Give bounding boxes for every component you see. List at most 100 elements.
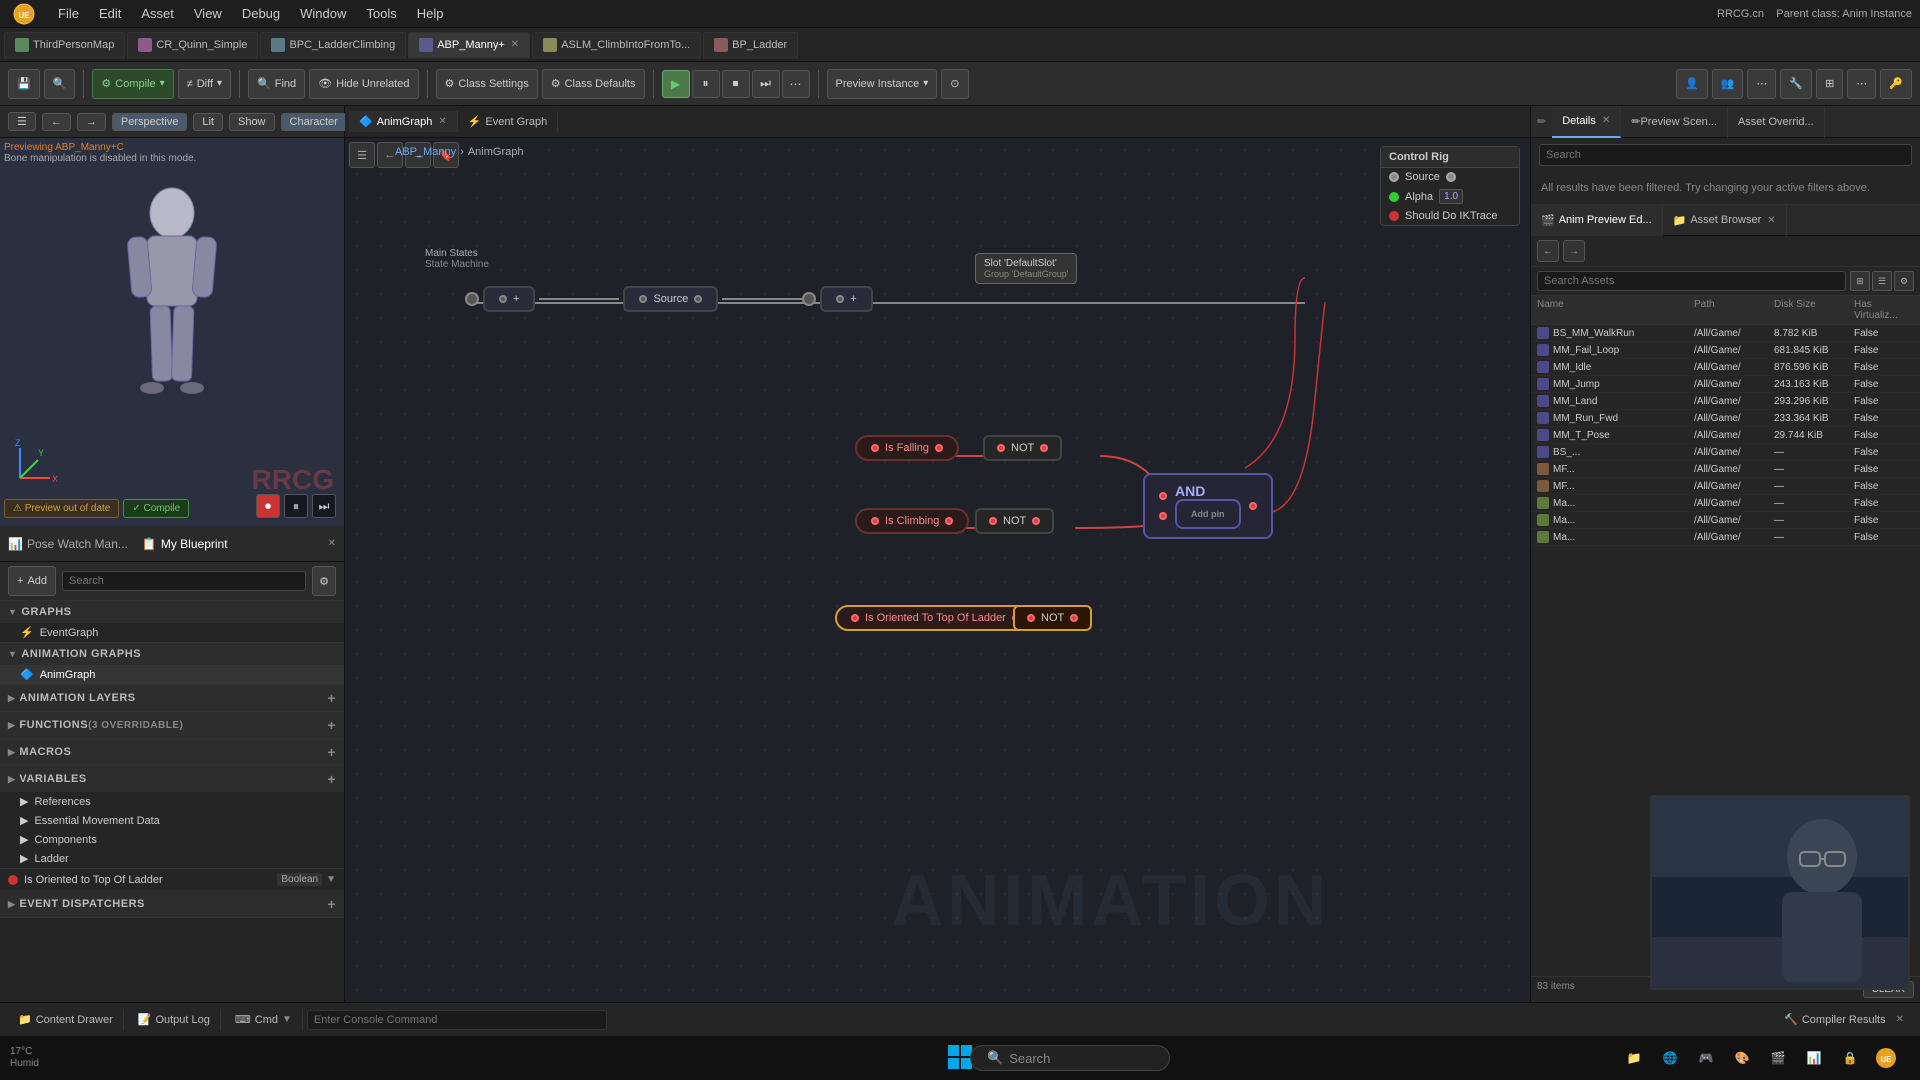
nav-menu[interactable]: ☰ — [349, 142, 375, 168]
details-icon[interactable]: ✏ — [1531, 111, 1552, 132]
menu-tools[interactable]: Tools — [356, 2, 406, 25]
vc-pause[interactable]: ⏸ — [284, 494, 308, 518]
not-node-1[interactable]: NOT — [983, 435, 1062, 461]
output-log-tab[interactable]: 📝 Output Log — [128, 1009, 221, 1030]
functions-add[interactable]: + — [327, 717, 336, 733]
stop-btn[interactable]: ⏹ — [722, 70, 750, 98]
pause-btn[interactable]: ⏸ — [692, 70, 720, 98]
macros-add[interactable]: + — [327, 744, 336, 760]
asset-override-tab[interactable]: Asset Overrid... — [1728, 106, 1825, 138]
functions-header[interactable]: ▶ FUNCTIONS (3 OVERRIDABLE) + — [0, 712, 344, 738]
ab-icon-3[interactable]: ⚙ — [1894, 271, 1914, 291]
ab-row[interactable]: MM_Land /All/Game/ 293.296 KiB False — [1531, 393, 1920, 410]
is-oriented-node[interactable]: Is Oriented To Top Of Ladder — [835, 605, 1036, 631]
more-btn[interactable]: ⋯ — [782, 70, 810, 98]
taskbar-icon-4[interactable]: 🎨 — [1728, 1044, 1756, 1072]
content-drawer-tab[interactable]: 📁 Content Drawer — [8, 1009, 124, 1030]
breadcrumb-root[interactable]: ABP_Manny — [395, 146, 456, 158]
show-btn[interactable]: Show — [229, 113, 275, 131]
menu-window[interactable]: Window — [290, 2, 356, 25]
anim-layers-header[interactable]: ▶ ANIMATION LAYERS + — [0, 685, 344, 711]
anim-graphs-header[interactable]: ▼ ANIMATION GRAPHS — [0, 643, 344, 665]
var-expand[interactable]: ▼ — [326, 874, 336, 885]
references-item[interactable]: ▶ References — [0, 792, 344, 811]
asset-browser-tab[interactable]: 📁 Asset Browser ✕ — [1663, 204, 1787, 236]
taskbar-icon-6[interactable]: 📊 — [1800, 1044, 1828, 1072]
tab-aslm[interactable]: ASLM_ClimbIntoFromTo... — [532, 32, 701, 58]
ladder-item[interactable]: ▶ Ladder — [0, 849, 344, 868]
ab-search-input[interactable] — [1537, 271, 1846, 291]
toolbar-icon-4[interactable]: 🔧 — [1780, 69, 1812, 99]
cmd-tab[interactable]: ⌨ Cmd ▼ — [225, 1009, 303, 1030]
ab-row[interactable]: MF... /All/Game/ — False — [1531, 461, 1920, 478]
toolbar-icon-5[interactable]: ⊞ — [1816, 69, 1843, 99]
graphs-header[interactable]: ▼ GRAPHS — [0, 601, 344, 623]
details-close[interactable]: ✕ — [1602, 115, 1610, 126]
sidebar-search-input[interactable] — [62, 571, 306, 591]
is-falling-node[interactable]: Is Falling — [855, 435, 959, 461]
variable-is-oriented[interactable]: Is Oriented to Top Of Ladder Boolean ▼ — [0, 869, 344, 891]
event-dispatchers-header[interactable]: ▶ EVENT DISPATCHERS + — [0, 891, 344, 917]
event-dispatchers-add[interactable]: + — [327, 896, 336, 912]
taskbar-icon-1[interactable]: 📁 — [1620, 1044, 1648, 1072]
pose-watch-tab[interactable]: 📊 Pose Watch Man... — [8, 537, 128, 551]
ab-row[interactable]: Ma... /All/Game/ — False — [1531, 495, 1920, 512]
hide-unrelated-btn[interactable]: 👁 Hide Unrelated — [309, 69, 418, 99]
menu-file[interactable]: File — [48, 2, 89, 25]
compiler-results-close[interactable]: ✕ — [1896, 1014, 1904, 1025]
ab-icon-2[interactable]: ☰ — [1872, 271, 1892, 291]
is-climbing-node[interactable]: Is Climbing — [855, 508, 969, 534]
step-btn[interactable]: ⏭ — [752, 70, 780, 98]
find-in-blueprints-btn[interactable]: 🔍 — [44, 69, 76, 99]
ab-row[interactable]: MM_T_Pose /All/Game/ 29.744 KiB False — [1531, 427, 1920, 444]
source-node-3[interactable]: + — [820, 286, 872, 312]
preview-outdated-btn[interactable]: ⚠ Preview out of date — [4, 499, 119, 518]
compiler-results-tab[interactable]: 🔨 Compiler Results ✕ — [1776, 1013, 1912, 1026]
details-tab[interactable]: Details ✕ — [1552, 106, 1621, 138]
anim-preview-tab[interactable]: 🎬 Anim Preview Ed... — [1531, 204, 1663, 236]
play-btn[interactable]: ▶ — [662, 70, 690, 98]
toolbar-icon-6[interactable]: ⋯ — [1847, 69, 1876, 99]
anim-graph-tab[interactable]: 🔷 AnimGraph ✕ — [349, 111, 458, 132]
ab-row[interactable]: MM_Jump /All/Game/ 243.163 KiB False — [1531, 376, 1920, 393]
compile-btn[interactable]: ⚙ Compile ▾ — [92, 69, 173, 99]
tab-crquinn[interactable]: CR_Quinn_Simple — [127, 32, 258, 58]
viewport-menu-btn[interactable]: ☰ — [8, 112, 36, 131]
ab-row[interactable]: MM_Fail_Loop /All/Game/ 681.845 KiB Fals… — [1531, 342, 1920, 359]
tab-close[interactable]: ✕ — [511, 39, 519, 50]
viewport-back-btn[interactable]: ← — [42, 113, 71, 131]
and-node[interactable]: AND Add pin — [1143, 473, 1273, 539]
toolbar-icon-3[interactable]: ⋯ — [1747, 69, 1776, 99]
macros-header[interactable]: ▶ MACROS + — [0, 739, 344, 765]
console-input[interactable] — [307, 1010, 607, 1030]
ab-row[interactable]: MM_Idle /All/Game/ 876.596 KiB False — [1531, 359, 1920, 376]
graph-canvas[interactable]: ☰ ← → 🔖 ABP_Manny › AnimGraph Zoom 1:1 M… — [345, 138, 1530, 1002]
tab-bpladder[interactable]: BP_Ladder — [703, 32, 798, 58]
menu-view[interactable]: View — [184, 2, 232, 25]
details-search-input[interactable] — [1539, 144, 1912, 166]
ab-row[interactable]: Ma... /All/Game/ — False — [1531, 529, 1920, 546]
taskbar-icon-7[interactable]: 🔒 — [1836, 1044, 1864, 1072]
taskbar-icon-2[interactable]: 🌐 — [1656, 1044, 1684, 1072]
anim-layers-add[interactable]: + — [327, 690, 336, 706]
event-graph-item[interactable]: ⚡ EventGraph — [0, 623, 344, 642]
tab-bpcladder[interactable]: BPC_LadderClimbing — [260, 32, 406, 58]
menu-asset[interactable]: Asset — [131, 2, 184, 25]
variables-add[interactable]: + — [327, 771, 336, 787]
my-blueprint-tab[interactable]: 📋 My Blueprint — [142, 537, 228, 551]
menu-edit[interactable]: Edit — [89, 2, 131, 25]
taskbar-search[interactable]: 🔍 Search — [970, 1045, 1170, 1071]
not-node-2[interactable]: NOT — [975, 508, 1054, 534]
sidebar-close[interactable]: ✕ — [328, 538, 336, 549]
preview-extra-btn[interactable]: ⊙ — [941, 69, 968, 99]
ab-row[interactable]: Ma... /All/Game/ — False — [1531, 512, 1920, 529]
toolbar-icon-1[interactable]: 👤 — [1676, 69, 1708, 99]
tab-thirdpersonmap[interactable]: ThirdPersonMap — [4, 32, 125, 58]
perspective-btn[interactable]: Perspective — [112, 113, 187, 131]
ab-back[interactable]: ← — [1537, 240, 1559, 262]
find-btn[interactable]: 🔍 Find — [248, 69, 305, 99]
character-btn[interactable]: Character — [281, 113, 347, 131]
not-node-3[interactable]: NOT — [1013, 605, 1092, 631]
toolbar-icon-7[interactable]: 🔑 — [1880, 69, 1912, 99]
vc-record[interactable]: ⏺ — [256, 494, 280, 518]
